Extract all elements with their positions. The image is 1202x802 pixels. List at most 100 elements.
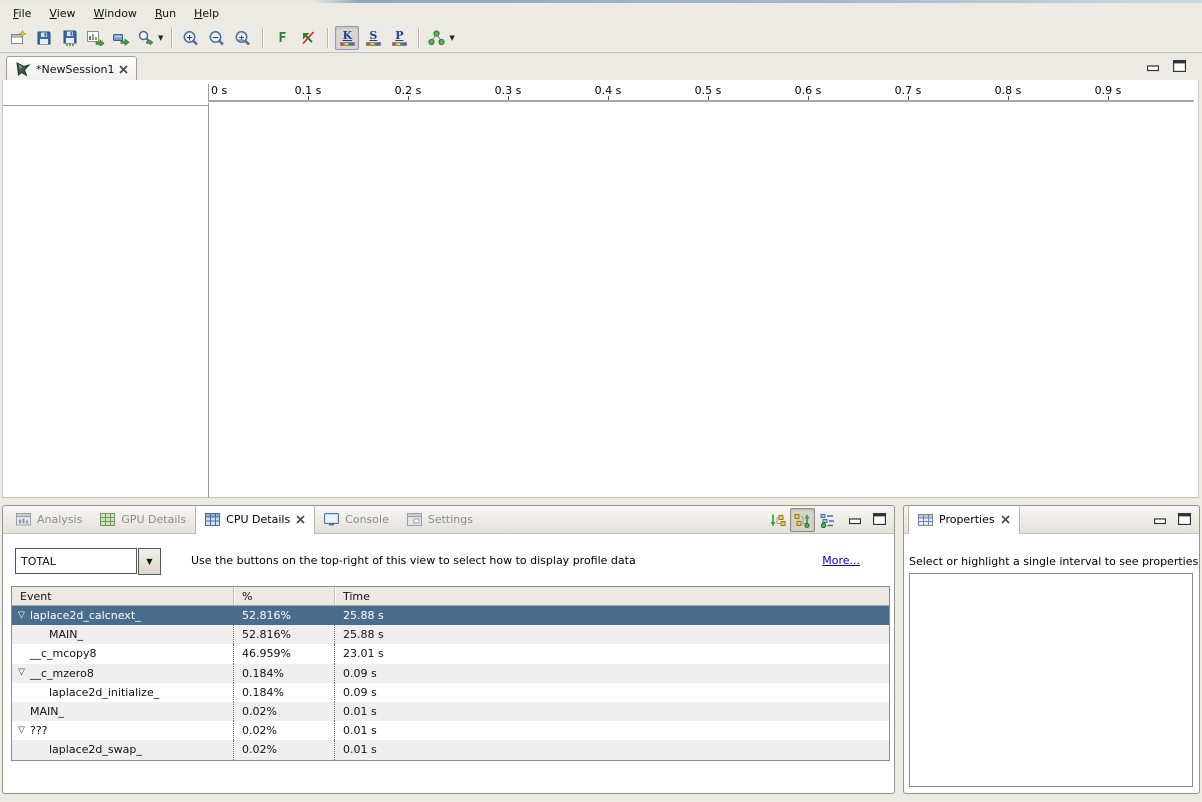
- tab-properties[interactable]: Properties: [908, 506, 1020, 534]
- save-all-button[interactable]: [58, 26, 82, 50]
- topology-dropdown-caret-icon[interactable]: ▼: [449, 34, 454, 42]
- percent-cell[interactable]: 0.02%: [234, 702, 335, 721]
- time-cell[interactable]: 0.01 s: [335, 740, 889, 759]
- new-session-button[interactable]: [6, 26, 30, 50]
- event-cell[interactable]: laplace2d_swap_: [12, 740, 234, 759]
- table-row[interactable]: laplace2d_initialize_0.184%0.09 s: [12, 683, 889, 702]
- percent-cell[interactable]: 0.184%: [234, 683, 335, 702]
- session-tab[interactable]: *NewSession1: [6, 56, 137, 81]
- kernel-view-toggle[interactable]: K: [335, 26, 359, 50]
- search-button[interactable]: ▼: [136, 26, 164, 50]
- tab-gpu-details[interactable]: GPU Details: [91, 506, 195, 534]
- bottom-up-view-button[interactable]: [790, 508, 815, 532]
- topology-view-button[interactable]: ▼: [426, 26, 455, 50]
- flush-profile-button[interactable]: [110, 26, 134, 50]
- event-cell[interactable]: MAIN_: [12, 625, 234, 644]
- profile-application-button[interactable]: [84, 26, 108, 50]
- time-cell[interactable]: 0.01 s: [335, 702, 889, 721]
- percent-cell[interactable]: 46.959%: [234, 644, 335, 663]
- event-cell[interactable]: MAIN_: [12, 702, 234, 721]
- zoom-in-icon: +: [182, 30, 200, 47]
- time-cell[interactable]: 0.09 s: [335, 664, 889, 683]
- tree-expand-icon[interactable]: ▽: [18, 669, 25, 678]
- percent-cell[interactable]: 0.02%: [234, 740, 335, 759]
- console-icon: [324, 513, 339, 526]
- time-cell[interactable]: 23.01 s: [335, 644, 889, 663]
- bottom-view-tab-bar: Analysis GPU Details CPU Details Console…: [3, 506, 894, 534]
- minimize-properties-button[interactable]: [1151, 512, 1169, 528]
- event-cell[interactable]: laplace2d_initialize_: [12, 683, 234, 702]
- tree-expand-icon[interactable]: ▽: [18, 611, 25, 620]
- percent-cell[interactable]: 0.02%: [234, 721, 335, 740]
- percent-cell[interactable]: 52.816%: [234, 606, 335, 625]
- minimize-editor-button[interactable]: [1144, 59, 1162, 75]
- maximize-editor-button[interactable]: [1170, 58, 1188, 74]
- display-mode-combo[interactable]: TOTAL: [15, 548, 137, 574]
- save-all-icon: [62, 30, 78, 46]
- save-button[interactable]: [32, 26, 56, 50]
- tab-cpu-details-label: CPU Details: [226, 513, 290, 526]
- timeline-tick-mark: [1008, 96, 1009, 100]
- tab-settings[interactable]: Settings: [398, 506, 482, 534]
- table-row[interactable]: MAIN_ 52.816%25.88 s: [12, 625, 889, 644]
- properties-view: Properties Select or highlight a single …: [903, 505, 1200, 794]
- code-structure-view-button[interactable]: [815, 508, 840, 532]
- tab-console[interactable]: Console: [315, 506, 398, 534]
- column-header-event[interactable]: Event: [12, 587, 234, 605]
- process-view-toggle[interactable]: P: [387, 26, 411, 50]
- search-dropdown-caret-icon[interactable]: ▼: [158, 34, 163, 42]
- menu-window[interactable]: Window: [85, 4, 146, 23]
- timeline-canvas[interactable]: [209, 102, 1198, 497]
- f-marker-icon: F: [278, 31, 286, 46]
- chevron-down-icon: ▼: [146, 557, 152, 566]
- stream-view-toggle[interactable]: S: [361, 26, 385, 50]
- table-row[interactable]: ▽__c_mzero80.184%0.09 s: [12, 664, 889, 683]
- zoom-out-button[interactable]: −: [205, 26, 229, 50]
- timeline-row-labels-pane: [3, 106, 208, 497]
- disable-marker-button[interactable]: [296, 26, 320, 50]
- top-down-view-button[interactable]: [765, 508, 790, 532]
- more-link[interactable]: More...: [822, 554, 860, 567]
- tab-analysis[interactable]: Analysis: [7, 506, 91, 534]
- svg-text:±: ±: [239, 33, 246, 42]
- display-mode-combo-arrow[interactable]: ▼: [138, 548, 161, 575]
- tree-expand-icon[interactable]: ▽: [18, 726, 25, 735]
- event-cell[interactable]: __c_mcopy8: [12, 644, 234, 663]
- close-icon[interactable]: [296, 515, 305, 524]
- menu-view[interactable]: View: [40, 4, 84, 23]
- menu-run[interactable]: Run: [146, 4, 185, 23]
- time-cell[interactable]: 0.09 s: [335, 683, 889, 702]
- minimize-cpu-view-button[interactable]: [846, 512, 864, 528]
- maximize-properties-button[interactable]: [1175, 511, 1193, 527]
- tab-cpu-details[interactable]: CPU Details: [195, 506, 315, 534]
- table-row[interactable]: ▽laplace2d_calcnext_52.816%25.88 s: [12, 606, 889, 625]
- enable-marker-button[interactable]: F: [270, 26, 294, 50]
- table-row[interactable]: ▽???0.02%0.01 s: [12, 721, 889, 740]
- menu-file[interactable]: File: [4, 4, 40, 23]
- close-icon[interactable]: [1001, 515, 1010, 524]
- event-cell[interactable]: ▽__c_mzero8: [12, 664, 234, 683]
- zoom-fit-button[interactable]: ±: [231, 26, 255, 50]
- percent-cell[interactable]: 52.816%: [234, 625, 335, 644]
- event-name: MAIN_: [12, 628, 83, 641]
- column-header-percent[interactable]: %: [234, 587, 335, 605]
- close-icon[interactable]: [119, 65, 128, 74]
- time-cell[interactable]: 25.88 s: [335, 625, 889, 644]
- menu-help[interactable]: Help: [185, 4, 228, 23]
- event-cell[interactable]: ▽laplace2d_calcnext_: [12, 606, 234, 625]
- maximize-cpu-view-button[interactable]: [870, 511, 888, 527]
- time-cell[interactable]: 0.01 s: [335, 721, 889, 740]
- time-cell[interactable]: 25.88 s: [335, 606, 889, 625]
- svg-text:+: +: [186, 33, 194, 43]
- column-header-time[interactable]: Time: [335, 587, 889, 605]
- zoom-in-button[interactable]: +: [179, 26, 203, 50]
- table-row[interactable]: __c_mcopy846.959%23.01 s: [12, 644, 889, 663]
- minimize-icon: [849, 516, 861, 525]
- table-row[interactable]: laplace2d_swap_0.02%0.01 s: [12, 740, 889, 759]
- event-cell[interactable]: ▽???: [12, 721, 234, 740]
- table-row[interactable]: MAIN_0.02%0.01 s: [12, 702, 889, 721]
- session-icon: [15, 62, 31, 77]
- percent-cell[interactable]: 0.184%: [234, 664, 335, 683]
- bottom-up-view-icon: [794, 513, 811, 528]
- profile-table-body: ▽laplace2d_calcnext_52.816%25.88 s MAIN_ 5…: [12, 606, 889, 760]
